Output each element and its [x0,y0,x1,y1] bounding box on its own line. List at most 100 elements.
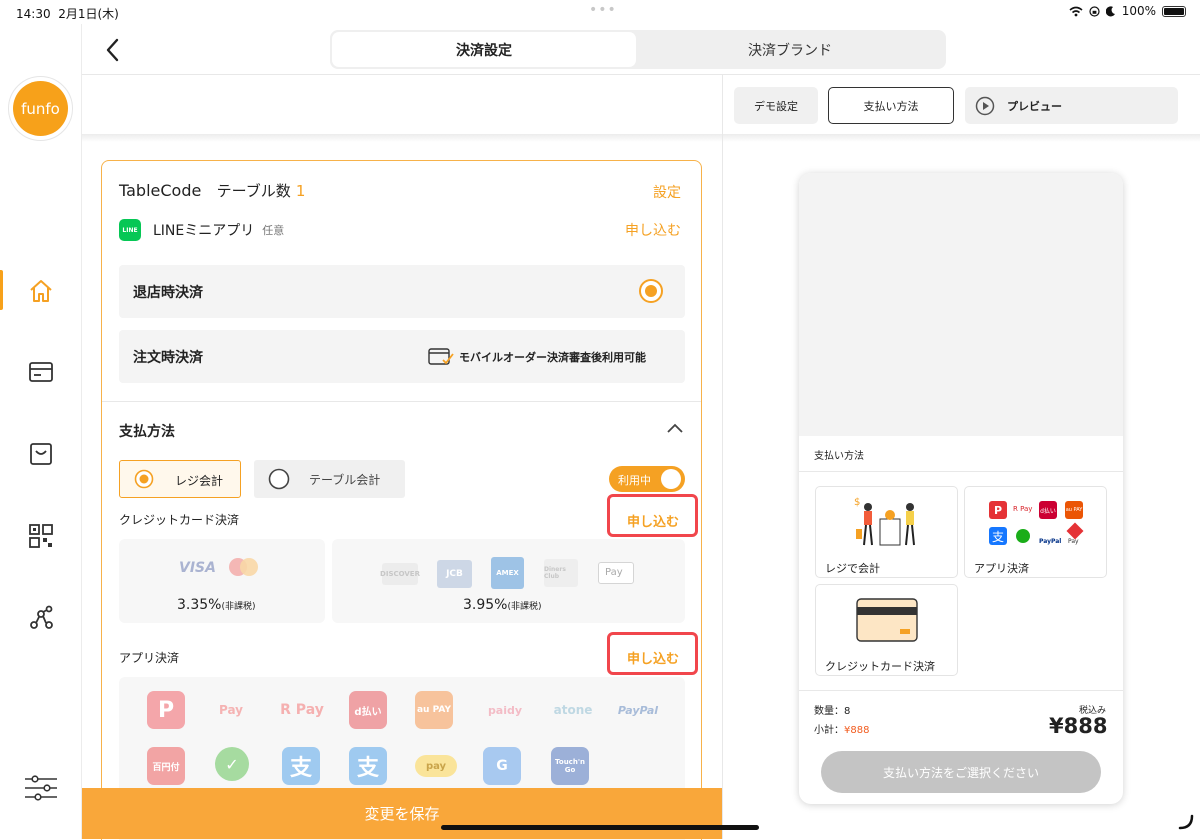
register-payment-label: レジ会計 [175,474,224,488]
preview-divider-top [799,471,1123,472]
preview-register-label: レジで会計 [825,562,880,575]
in-use-label: 利用中 [618,474,651,487]
d-barai-logo: d払い [349,691,387,729]
preview-register-option[interactable]: $ レジで会計 [815,486,958,578]
sidebar: funfo [0,24,82,839]
chevron-left-icon [106,38,119,62]
mini-dbarai-logo: d払い [1039,501,1057,519]
status-bar: 14:30 2月1日(木) ••• 100% [0,0,1200,24]
alipay-logo: 支 [282,747,320,785]
optional-label: 任意 [262,224,285,237]
credit-fee-box-2: DISCOVER JCB AMEX Diners Club Pay 3.95%(… [332,539,685,623]
checkout-on-leave-label: 退店時決済 [133,285,203,301]
wechat-pay-logo: ✓ [215,747,249,781]
paidy-logo: paidy [487,703,523,717]
mastercard-logo-yellow [240,558,258,576]
jcb-logo: JCB [437,560,472,588]
card-title: TableCode テーブル数 1 [119,180,305,201]
line-mini-app-row: LINE LINEミニアプリ 任意 [119,219,284,241]
preview-label: プレビュー [1007,99,1062,113]
highlight-app-apply [607,632,698,675]
corner-gesture-icon [1178,814,1194,830]
discover-logo: DISCOVER [380,563,420,585]
tab-payment-settings[interactable]: 決済設定 [332,32,636,67]
preview-quantity: 数量：8 [814,706,851,717]
panel-divider [722,74,723,839]
multitasking-dots[interactable]: ••• [589,2,617,18]
moon-icon [1105,5,1115,16]
back-button[interactable] [100,36,126,64]
mini-paypay-logo: P [989,501,1007,519]
mini-wechat-logo [1016,529,1030,543]
preview-button[interactable]: プレビュー [965,87,1178,124]
lock-rotation-icon [1089,5,1100,17]
card-icon [29,362,53,382]
mini-alipay-logo: 支 [989,527,1007,545]
line-icon: LINE [119,219,141,241]
table-payment-option[interactable]: テーブル会計 [254,460,405,498]
visa-logo: VISA [179,560,216,576]
logo-text: funfo [21,99,60,118]
checkout-on-order-option[interactable]: 注文時決済 モバイルオーダー決済審査後利用可能 [119,330,685,383]
gcash-logo: G [483,747,521,785]
select-payment-button[interactable]: 支払い方法をご選択ください [821,751,1101,793]
atone-logo: atone [553,703,593,717]
preview-payment-title: 支払い方法 [814,451,864,462]
wifi-icon [1069,6,1083,16]
payment-method-button[interactable]: 支払い方法 [828,87,954,124]
nav-payments[interactable] [0,350,82,394]
credit-fee-1: 3.35%(非課税) [177,597,256,613]
diners-logo: Diners Club [544,559,578,587]
mini-pay-logo-mark [1066,522,1084,540]
paypay-logo: P [147,691,185,729]
section-divider [102,401,701,402]
review-card-icon [428,348,454,365]
app-payment-heading: アプリ決済 [119,651,180,665]
nav-settings[interactable] [0,766,82,810]
merpay-coin-logo: pay [415,755,457,777]
line-app-label: LINEミニアプリ [153,223,255,239]
header-divider [82,74,1200,75]
nav-network[interactable] [0,596,82,640]
nav-qrcode[interactable] [0,514,82,558]
payment-methods-heading: 支払方法 [119,424,175,440]
preview-app-option[interactable]: P R Pay d払い au PAY 支 PayPal Pay アプリ決済 [964,486,1107,578]
table-count-value: 1 [295,182,306,200]
tab-payment-brands[interactable]: 決済ブランド [636,32,944,67]
register-illustration: $ [854,497,915,546]
in-use-toggle[interactable]: 利用中 [609,466,685,492]
home-indicator [441,825,759,830]
radio-selected-icon [134,469,154,489]
checkout-on-leave-option[interactable]: 退店時決済 [119,265,685,318]
mini-pay-logo: Pay [1068,538,1079,545]
table-payment-label: テーブル会計 [309,473,381,487]
toolbar-shadow [82,134,1200,142]
status-time: 14:30 2月1日(木) [16,7,119,21]
play-icon [975,96,995,115]
tray-icon [30,443,52,465]
preview-app-label: アプリ決済 [974,562,1029,575]
sliders-icon [25,775,57,801]
amex-logo: AMEX [491,557,524,589]
nav-orders[interactable] [0,432,82,476]
preview-phone: 支払い方法 $ レジで会計 P R Pay d払い au PAY 支 PayPa… [799,173,1123,804]
demo-settings-button[interactable]: デモ設定 [734,87,818,124]
line-apply-link[interactable]: 申し込む [625,220,681,240]
yuchobank-logo: 百円付 [147,747,185,785]
merpay-logo: Pay [218,703,244,717]
highlight-credit-apply [607,494,698,537]
save-changes-button[interactable]: 変更を保存 [82,788,722,839]
credit-card-heading: クレジットカード決済 [119,513,240,527]
preview-header-image [799,173,1123,436]
mobile-order-note: モバイルオーダー決済審査後利用可能 [459,351,646,364]
chevron-up-icon[interactable] [666,421,684,435]
register-payment-option[interactable]: レジ会計 [119,460,241,498]
settings-link[interactable]: 設定 [653,182,681,202]
qr-code-icon [29,524,53,548]
radio-selected-icon [639,279,663,303]
nav-home[interactable] [0,269,82,313]
svg-text:$: $ [854,497,860,508]
radio-unselected-icon [268,468,290,490]
preview-credit-option[interactable]: クレジットカード決済 [815,584,958,676]
paypal-logo: PayPal [617,703,659,717]
